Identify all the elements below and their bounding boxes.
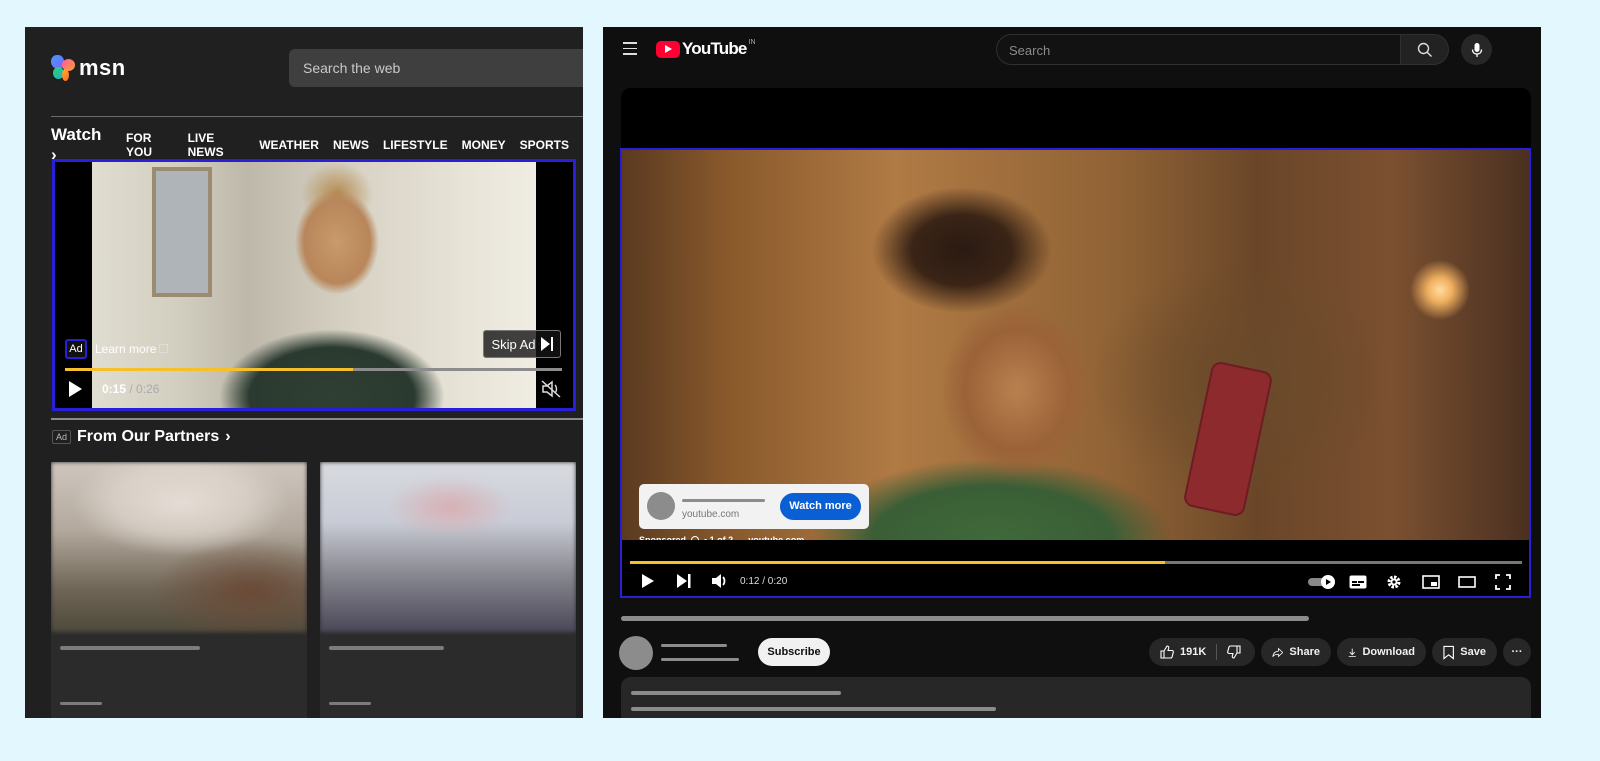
settings-gear-icon[interactable] [1386,574,1402,590]
youtube-play-icon [656,40,680,58]
external-link-icon [159,344,169,353]
progress-fill [630,561,1166,564]
miniplayer-icon[interactable] [1422,575,1440,589]
voice-search-button[interactable] [1461,34,1492,65]
subscriber-count-placeholder [661,658,739,661]
time-display: 0:15 / 0:26 [102,382,160,396]
progress-bar[interactable] [630,561,1522,564]
partner-card[interactable] [51,462,307,718]
card-thumbnail [51,462,307,632]
player-controls: 0:12 / 0:20 [622,540,1529,596]
ad-badge: Ad [65,339,87,359]
hamburger-menu-icon[interactable] [623,42,637,59]
share-arrow-icon [1272,647,1284,657]
skip-next-icon [540,337,553,351]
ad-overlay-card[interactable]: youtube.com Watch more [639,484,869,529]
more-horizontal-icon: ··· [1511,646,1523,658]
msn-butterfly-icon [51,55,77,81]
partners-heading[interactable]: Ad From Our Partners › [52,428,231,446]
card-thumbnail [320,462,576,632]
phone-in-video [1182,360,1274,518]
video-title-placeholder [621,616,1309,621]
partner-card[interactable] [320,462,576,718]
description-line-placeholder [631,691,841,695]
nav-item-sports[interactable]: SPORTS [520,138,569,152]
skip-ad-button[interactable]: Skip Ad [483,330,561,358]
nav-item-weather[interactable]: WEATHER [259,138,319,152]
description-line-placeholder [631,707,996,711]
subscribe-button[interactable]: Subscribe [758,638,830,666]
play-icon[interactable] [641,573,655,589]
section-divider [51,418,583,420]
progress-fill [65,368,354,371]
more-actions-button[interactable]: ··· [1503,638,1531,666]
nav-item-lifestyle[interactable]: LIFESTYLE [383,138,448,152]
channel-name-placeholder [661,644,727,647]
muted-speaker-icon[interactable] [541,380,561,398]
subtitles-icon[interactable] [1349,575,1367,589]
share-button[interactable]: Share [1261,638,1331,666]
youtube-logo[interactable]: YouTube IN [656,39,756,59]
msn-panel: msn Search the web Watch › FOR YOU LIVE … [25,27,583,718]
fullscreen-icon[interactable] [1495,574,1511,590]
time-display: 0:12 / 0:20 [740,576,788,587]
like-dislike-group: 191K [1149,638,1255,666]
card-source-placeholder [329,702,371,705]
header-divider [51,116,583,117]
card-title-placeholder [329,646,444,650]
msn-search-input[interactable]: Search the web [289,49,583,87]
description-box[interactable] [621,677,1531,718]
nav-item-for-you[interactable]: FOR YOU [126,131,174,159]
video-frame[interactable] [92,162,536,408]
nav-item-live-news[interactable]: LIVE NEWS [188,131,246,159]
msn-logo-text: msn [79,55,126,80]
download-button[interactable]: Download [1337,638,1426,666]
learn-more-link[interactable]: Learn more [95,342,169,356]
search-button[interactable] [1401,34,1449,65]
search-icon [1417,42,1432,57]
youtube-panel: YouTube IN Search youtube.com Watch more… [603,27,1541,718]
save-button[interactable]: Save [1432,638,1497,666]
theater-mode-icon[interactable] [1458,575,1476,589]
ad-label: Ad [52,430,72,444]
video-frame[interactable] [622,150,1529,540]
progress-bar[interactable] [65,368,562,371]
bookmark-icon [1443,645,1454,660]
like-count[interactable]: 191K [1180,646,1206,658]
youtube-logo-text: YouTube [682,39,747,58]
autoplay-toggle[interactable] [1308,575,1336,589]
country-code: IN [748,38,756,46]
msn-video-player[interactable]: Ad Learn more Skip Ad 0:15 / 0:26 [52,159,576,411]
card-title-placeholder [60,646,200,650]
watch-more-button[interactable]: Watch more [780,493,861,520]
download-icon [1348,648,1356,657]
advertiser-domain: youtube.com [682,509,740,520]
microphone-icon [1471,42,1482,57]
player-letterbox [621,88,1531,152]
chevron-right-icon: › [225,428,231,445]
like-divider [1216,644,1218,660]
volume-icon[interactable] [711,573,729,589]
youtube-video-player[interactable]: youtube.com Watch more Sponsored • 1 of … [620,148,1531,598]
youtube-search-input[interactable]: Search [996,34,1401,65]
play-icon[interactable] [69,381,82,397]
msn-logo[interactable]: msn [51,55,126,81]
next-icon[interactable] [676,573,692,589]
card-source-placeholder [60,702,102,705]
nav-item-money[interactable]: MONEY [462,138,506,152]
partners-title[interactable]: From Our Partners [77,428,219,446]
thumbs-up-icon[interactable] [1160,645,1174,659]
channel-avatar[interactable] [619,636,653,670]
nav-item-news[interactable]: NEWS [333,138,369,152]
thumbs-down-icon[interactable] [1227,645,1241,659]
background-picture-frame [152,167,212,297]
advertiser-name-placeholder [682,499,765,502]
advertiser-avatar [647,492,675,520]
